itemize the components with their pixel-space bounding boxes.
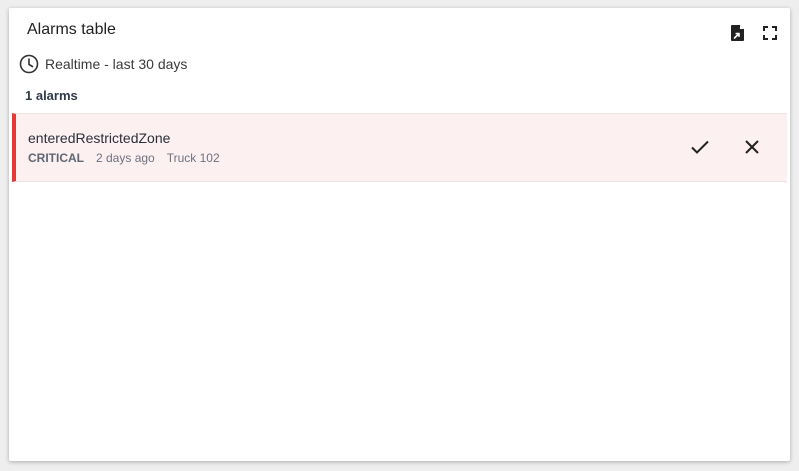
widget-title: Alarms table	[27, 21, 116, 38]
export-button[interactable]	[728, 23, 748, 43]
alarm-count: 1 alarms	[25, 88, 78, 103]
alarm-name: enteredRestrictedZone	[28, 130, 171, 146]
alarm-severity: CRITICAL	[28, 151, 84, 165]
alarms-table-widget: Alarms table Realtime - last 30 days 1 a…	[9, 8, 790, 461]
alarm-row[interactable]: enteredRestrictedZone CRITICAL 2 days ag…	[12, 113, 787, 182]
fullscreen-icon	[763, 26, 777, 40]
alarm-originator: Truck 102	[166, 151, 220, 165]
timewindow-label: Realtime - last 30 days	[45, 56, 188, 72]
close-icon	[745, 140, 759, 154]
alarm-meta: CRITICAL 2 days ago Truck 102	[28, 151, 220, 165]
alarm-time: 2 days ago	[96, 151, 155, 165]
fullscreen-button[interactable]	[760, 23, 780, 43]
clock-icon	[19, 54, 39, 74]
acknowledge-button[interactable]	[687, 134, 713, 160]
check-icon	[691, 140, 709, 154]
clear-button[interactable]	[739, 134, 765, 160]
timewindow-selector[interactable]: Realtime - last 30 days	[19, 54, 187, 74]
export-icon	[731, 25, 744, 41]
